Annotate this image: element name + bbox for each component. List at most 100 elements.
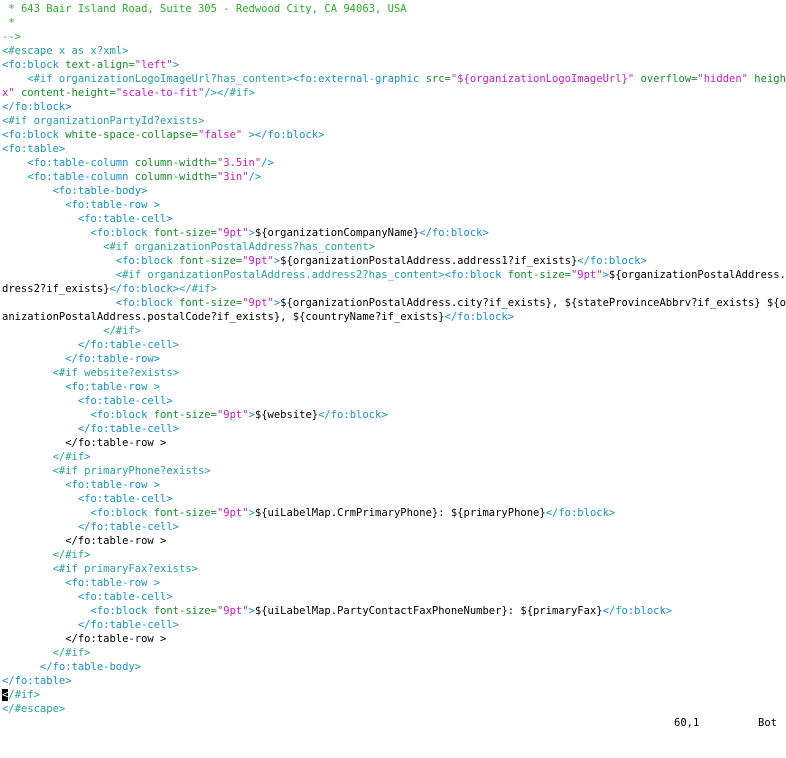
code-token: ${uiLabelMap.PartyContactFaxPhoneNumber}… [254, 605, 603, 617]
code-token: <fo: [2, 199, 91, 211]
code-line[interactable]: </#if> [2, 450, 786, 464]
code-line[interactable]: <#if organizationPostalAddress?has_conte… [2, 240, 786, 254]
code-line[interactable]: <#if primaryPhone?exists> [2, 464, 786, 478]
code-line[interactable]: <#if organizationPartyId?exists> [2, 114, 786, 128]
code-token: <fo: [2, 227, 116, 239]
code-line[interactable]: <fo:table-cell> [2, 212, 786, 226]
code-line[interactable]: <fo:block font-size="9pt">${organization… [2, 254, 786, 268]
code-token: </fo:block> [545, 507, 616, 519]
code-line[interactable]: </#if> [2, 548, 786, 562]
code-line[interactable]: * 643 Bair Island Road, Suite 305 - Redw… [2, 2, 786, 16]
code-token: block [141, 255, 180, 267]
code-token: table-cell> [103, 591, 173, 603]
code-token: <fo: [2, 381, 91, 393]
code-token: ${organizationPostalAddress.address1?if_… [280, 255, 578, 267]
code-token: <fo: [2, 507, 116, 519]
code-line[interactable]: </fo:table-body> [2, 660, 786, 674]
code-line[interactable]: </#if> [2, 646, 786, 660]
code-line[interactable]: <fo:block font-size="9pt">${uiLabelMap.C… [2, 506, 786, 520]
code-line[interactable]: <fo:table-body> [2, 184, 786, 198]
code-token: <#if primaryFax?exists> [2, 563, 198, 575]
code-line[interactable]: <fo:table-cell> [2, 590, 786, 604]
code-line[interactable]: </fo:table-cell> [2, 618, 786, 632]
code-line[interactable]: </fo:table> [2, 674, 786, 688]
code-line[interactable]: </fo:table-cell> [2, 338, 786, 352]
code-token: table-body> [71, 661, 142, 673]
code-line[interactable]: </#escape> [2, 702, 786, 716]
code-line[interactable]: <fo:table-row > [2, 380, 786, 394]
code-line[interactable]: <#if website?exists> [2, 366, 786, 380]
code-line[interactable]: </#if> [2, 688, 786, 702]
code-line[interactable]: </fo:table-cell> [2, 520, 786, 534]
code-token: table-body> [77, 185, 148, 197]
code-token: table-row > [90, 577, 161, 589]
code-line[interactable]: <fo:table-cell> [2, 492, 786, 506]
code-line[interactable]: <fo:table-column column-width="3.5in"/> [2, 156, 786, 170]
code-token: table-cell> [109, 423, 180, 435]
code-token: </#escape> [2, 703, 66, 715]
code-line[interactable]: </fo:table-row > [2, 436, 786, 450]
code-token: <fo: [2, 409, 116, 421]
vim-text-buffer[interactable]: * 643 Bair Island Road, Suite 305 - Redw… [2, 2, 786, 716]
code-line[interactable]: </#if> [2, 324, 786, 338]
code-token: <fo: [292, 73, 319, 85]
code-token: src= [425, 73, 451, 85]
code-line[interactable]: <fo:block font-size="9pt">${organization… [2, 226, 786, 240]
code-token: <fo: [2, 157, 53, 169]
code-line[interactable]: <fo:table-row > [2, 478, 786, 492]
code-line[interactable]: <#escape x as x?xml> [2, 44, 786, 58]
code-token: block [27, 59, 66, 71]
code-line[interactable]: <fo:block white-space-collapse="false" >… [2, 128, 786, 142]
code-token: </fo:block> [419, 227, 489, 239]
code-token: table-cell> [103, 493, 173, 505]
code-line[interactable]: <fo:table-row > [2, 576, 786, 590]
code-line[interactable]: * [2, 16, 786, 30]
code-token: column-width= [134, 171, 217, 183]
code-line[interactable]: dress2?if_exists}</fo:block></#if> [2, 282, 786, 296]
code-token: "9pt" [242, 297, 274, 309]
code-token: ></fo:block> [242, 129, 325, 141]
code-token: <fo: [2, 59, 28, 71]
code-token: </fo: [2, 619, 110, 631]
code-token: table-row > [90, 199, 161, 211]
code-token: block [469, 269, 508, 281]
code-token: ${organizationCompanyName} [254, 227, 420, 239]
code-line[interactable]: <fo:table-row > [2, 198, 786, 212]
code-line[interactable]: </fo:block> [2, 100, 786, 114]
code-line[interactable]: <fo:table> [2, 142, 786, 156]
code-token: /> [261, 157, 274, 169]
code-token: table> [33, 675, 72, 687]
code-token: </fo:block> [602, 605, 673, 617]
code-token: block [115, 409, 154, 421]
code-token: "9pt" [216, 409, 249, 421]
code-line[interactable]: <fo:table-cell> [2, 394, 786, 408]
code-line[interactable]: <fo:table-column column-width="3in"/> [2, 170, 786, 184]
code-line[interactable]: <fo:block text-align="left"> [2, 58, 786, 72]
scroll-indicator: Bot [758, 717, 777, 729]
code-token: block> [33, 101, 72, 113]
code-line[interactable]: </fo:table-row > [2, 632, 786, 646]
code-line[interactable]: <#if primaryFax?exists> [2, 562, 786, 576]
code-token: /#if> [8, 689, 40, 701]
code-token: table-row > [90, 381, 161, 393]
code-line[interactable]: </fo:table-row > [2, 534, 786, 548]
code-token: x" [2, 87, 15, 99]
code-line[interactable]: </fo:table-row> [2, 352, 786, 366]
code-line[interactable]: <fo:block font-size="9pt">${organization… [2, 296, 786, 310]
code-line[interactable]: <#if organizationLogoImageUrl?has_conten… [2, 72, 786, 86]
code-token: height= [754, 73, 786, 85]
code-line[interactable]: <fo:block font-size="9pt">${website}</fo… [2, 408, 786, 422]
code-token: <fo: [2, 129, 28, 141]
code-token: ${website} [254, 409, 319, 421]
code-line[interactable]: x" content-height="scale-to-fit"/></#if> [2, 86, 786, 100]
code-line[interactable]: anizationPostalAddress.postalCode?if_exi… [2, 310, 786, 324]
code-line[interactable]: <fo:block font-size="9pt">${uiLabelMap.P… [2, 604, 786, 618]
code-line[interactable]: </fo:table-cell> [2, 422, 786, 436]
code-line[interactable]: --> [2, 30, 786, 44]
code-token: content-height= [14, 87, 116, 99]
code-token: table-cell> [103, 213, 173, 225]
code-token: </fo:block> [318, 409, 388, 421]
code-line[interactable]: <#if organizationPostalAddress.address2?… [2, 268, 786, 282]
code-token: </fo: [2, 339, 110, 351]
code-token: table-cell> [103, 395, 173, 407]
